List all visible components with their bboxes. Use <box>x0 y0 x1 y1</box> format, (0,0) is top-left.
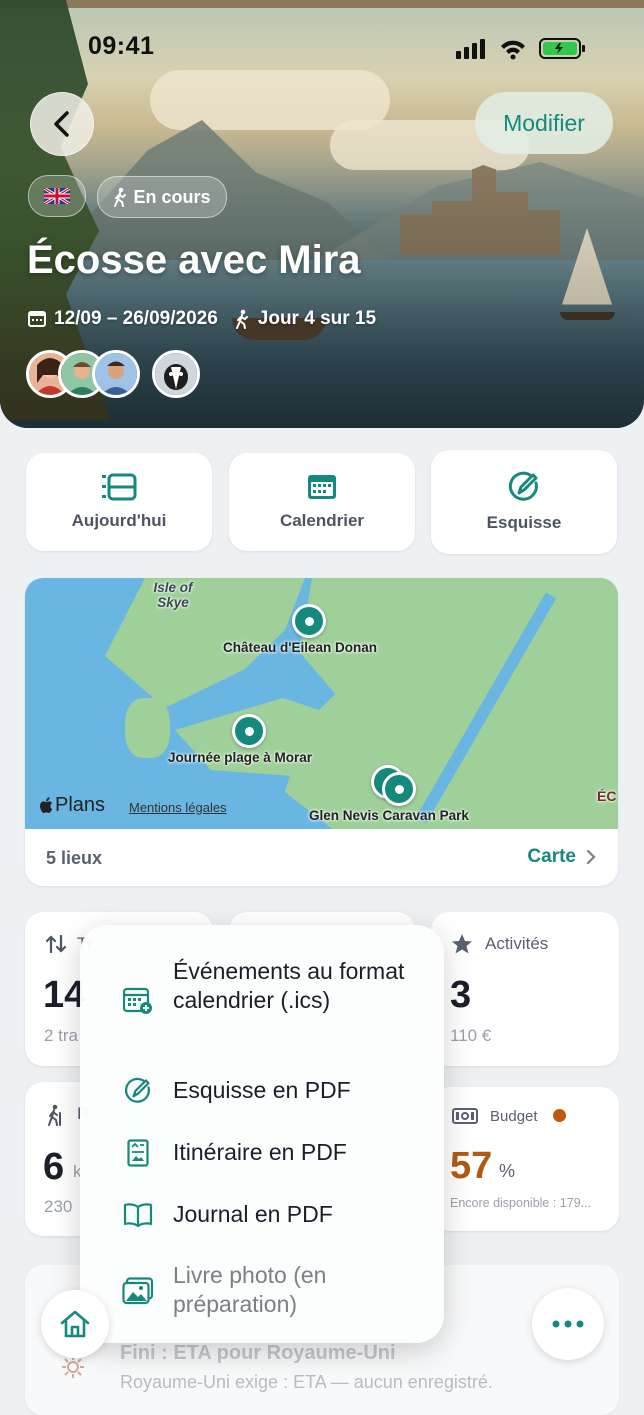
stat-card-activities[interactable]: Activités 3 110 € <box>431 912 619 1066</box>
signal-wifi-battery-icon <box>456 38 585 60</box>
stat-transport-value: 14 <box>43 974 86 1016</box>
map-pin-castle[interactable] <box>292 604 326 638</box>
menu-item-journal-pdf-label: Journal en PDF <box>173 1201 333 1227</box>
stat-hikes-sub: 230 <box>44 1197 73 1216</box>
ellipsis-icon <box>552 1320 584 1328</box>
stat-activities-sub: 110 € <box>450 1026 492 1045</box>
trip-status-chip: En cours <box>97 176 227 218</box>
menu-item-ics-label: Événements au format calendrier (.ics) <box>173 958 405 1013</box>
map-label-isle: Isle of Skye <box>153 580 193 610</box>
map-view[interactable]: Isle of Skye Château d'Eilean Donan Jour… <box>25 578 618 829</box>
back-button[interactable] <box>30 92 94 156</box>
person-avatar-icon <box>95 353 137 395</box>
calendar-icon <box>308 475 336 499</box>
map-pin-beach[interactable] <box>232 714 266 748</box>
stat-activities-title: Activités <box>485 934 549 953</box>
today-label: Aujourd'hui <box>71 511 167 530</box>
calendar-label: Calendrier <box>279 511 365 530</box>
today-button[interactable]: Aujourd'hui <box>26 453 212 551</box>
menu-item-sketch-pdf-label: Esquisse en PDF <box>173 1077 351 1103</box>
edit-trip-button[interactable]: Modifier <box>475 92 613 154</box>
apple-maps-logo: Plans <box>39 794 105 817</box>
menu-item-photo-book-label: Livre photo (en préparation) <box>173 1262 327 1317</box>
open-map-link[interactable]: Carte <box>527 846 596 868</box>
sketch-button[interactable]: Esquisse <box>431 450 617 554</box>
stat-card-budget[interactable]: Budget 57 % Encore disponible : 179... <box>431 1087 619 1231</box>
calendar-small-icon <box>28 311 46 327</box>
map-label-beach: Journée plage à Morar <box>168 750 313 765</box>
stat-hikes-value: 6 <box>43 1146 65 1188</box>
photo-album-icon <box>122 1275 154 1307</box>
apple-maps-label: Plans <box>55 794 106 816</box>
trip-status-label: En cours <box>133 186 211 207</box>
map-island <box>125 698 170 758</box>
country-flag-chip[interactable] <box>28 175 86 217</box>
trip-day-progress: Jour 4 sur 15 <box>257 308 377 329</box>
home-icon <box>60 1310 90 1338</box>
map-legal-link[interactable]: Mentions légales <box>129 800 227 815</box>
places-map-card[interactable]: Isle of Skye Château d'Eilean Donan Jour… <box>25 578 618 886</box>
places-count: 5 lieux <box>46 848 103 868</box>
trip-dates: 12/09 – 26/09/2026 <box>54 308 218 329</box>
chevron-left-icon <box>54 111 69 137</box>
walking-icon <box>235 309 248 329</box>
export-menu: Événements au format calendrier (.ics) E… <box>80 925 444 1343</box>
open-map-label: Carte <box>527 846 576 867</box>
budget-status-dot <box>553 1109 566 1122</box>
hiking-icon <box>48 1104 61 1126</box>
calendar-button[interactable]: Calendrier <box>229 453 415 551</box>
list-timeline-icon <box>102 473 137 501</box>
stat-transport-sub: 2 tra <box>44 1026 79 1045</box>
map-label-camp: Glen Nevis Caravan Park <box>309 808 469 823</box>
alert-title: Fini : ETA pour Royaume-Uni <box>120 1342 396 1364</box>
avatar[interactable] <box>152 350 200 398</box>
transfer-arrows-icon <box>45 934 67 954</box>
status-time: 09:41 <box>88 32 155 60</box>
uk-flag-icon <box>44 188 70 204</box>
stat-budget-title: Budget <box>490 1108 538 1125</box>
hero-top-edge <box>0 0 644 8</box>
walking-icon <box>114 187 127 207</box>
book-icon <box>122 1199 154 1231</box>
status-icons <box>456 36 606 60</box>
map-pin-camp-2[interactable] <box>382 772 416 806</box>
dog-avatar-icon <box>155 353 197 395</box>
map-land <box>285 578 618 829</box>
stat-budget-unit: % <box>499 1161 516 1181</box>
itinerary-doc-icon <box>122 1137 154 1169</box>
sketch-label: Esquisse <box>486 513 562 532</box>
alert-subtitle: Royaume-Uni exige : ETA — aucun enregist… <box>120 1372 493 1392</box>
calendar-add-icon <box>122 985 154 1017</box>
sketch-pencil-icon <box>508 471 538 501</box>
more-options-button[interactable] <box>532 1288 604 1360</box>
trip-title: Écosse avec Mira <box>27 238 361 282</box>
map-label-region: ÉC <box>597 788 617 804</box>
sketch-pencil-icon <box>122 1075 154 1107</box>
chevron-right-icon <box>586 849 596 865</box>
stat-activities-value: 3 <box>450 974 472 1016</box>
apple-logo-icon <box>40 797 53 813</box>
stat-budget-value: 57 <box>450 1145 493 1187</box>
avatar[interactable] <box>92 350 140 398</box>
map-label-castle: Château d'Eilean Donan <box>223 640 377 655</box>
stat-budget-sub: Encore disponible : 179... <box>450 1196 592 1210</box>
home-button[interactable] <box>41 1290 109 1358</box>
star-icon <box>452 934 472 954</box>
trip-meta: 12/09 – 26/09/2026 Jour 4 sur 15 <box>28 308 376 330</box>
menu-item-itinerary-pdf-label: Itinéraire en PDF <box>173 1139 347 1165</box>
banknote-icon <box>452 1108 478 1124</box>
